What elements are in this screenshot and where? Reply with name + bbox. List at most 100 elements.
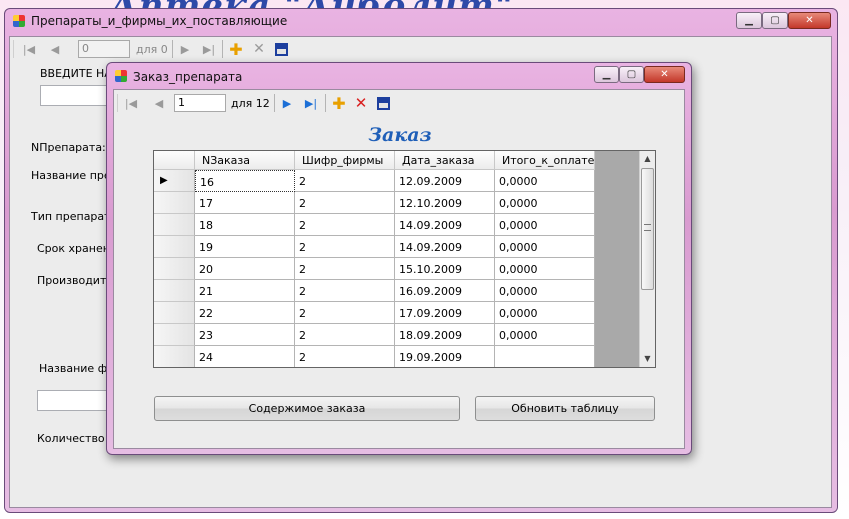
count-label: для 12: [231, 97, 270, 110]
grid-cell[interactable]: 2: [295, 192, 395, 214]
grid-cell[interactable]: 0,0000: [495, 192, 595, 214]
grid-cell[interactable]: 2: [295, 280, 395, 302]
grid-cell[interactable]: 14.09.2009: [395, 236, 495, 258]
toolbar-separator: [172, 40, 173, 58]
n-prep-label: NПрепарата:: [31, 141, 106, 154]
move-previous-button[interactable]: ◀: [150, 94, 168, 112]
save-button[interactable]: [272, 40, 290, 58]
close-button[interactable]: ✕: [644, 66, 685, 83]
move-last-icon: ▶|: [304, 96, 318, 110]
delete-icon: ✕: [354, 94, 368, 112]
maximize-button[interactable]: ▢: [619, 66, 644, 83]
vertical-scrollbar[interactable]: ▲ ▼: [639, 151, 655, 367]
column-header[interactable]: Итого_к_оплате_з: [495, 151, 595, 170]
grid-cell[interactable]: 17.09.2009: [395, 302, 495, 324]
grid-cell[interactable]: 0,0000: [495, 324, 595, 346]
delete-icon: ✕: [253, 41, 265, 57]
grid-cell[interactable]: [495, 346, 595, 367]
grid-cell[interactable]: 18.09.2009: [395, 324, 495, 346]
grid-cell[interactable]: 0,0000: [495, 258, 595, 280]
grid-cell[interactable]: 22: [195, 302, 295, 324]
row-header[interactable]: [154, 258, 195, 280]
toolbar-grip: [13, 40, 14, 58]
delete-button[interactable]: ✕: [250, 40, 268, 58]
minimize-button[interactable]: ▁: [594, 66, 619, 83]
row-header[interactable]: [154, 302, 195, 324]
row-header[interactable]: [154, 236, 195, 258]
grid-cell[interactable]: 24: [195, 346, 295, 367]
move-next-icon: ▶: [282, 96, 292, 110]
maximize-button[interactable]: ▢: [762, 12, 788, 29]
grid-cell[interactable]: 12.10.2009: [395, 192, 495, 214]
order-window-titlebar[interactable]: Заказ_препарата ▁ ▢ ✕: [107, 63, 691, 87]
save-icon: [274, 42, 288, 56]
grid-cell[interactable]: 17: [195, 192, 295, 214]
grid-cell[interactable]: 0,0000: [495, 170, 595, 192]
grid-cell[interactable]: 2: [295, 346, 395, 367]
grid-cell[interactable]: 12.09.2009: [395, 170, 495, 192]
position-input[interactable]: 0: [78, 40, 130, 58]
grid-cell[interactable]: 23: [195, 324, 295, 346]
order-contents-button[interactable]: Содержимое заказа: [154, 396, 460, 421]
move-last-button[interactable]: ▶|: [200, 40, 218, 58]
add-icon: ✚: [332, 93, 346, 113]
grid-cell[interactable]: 20: [195, 258, 295, 280]
grid-cell[interactable]: 0,0000: [495, 302, 595, 324]
order-heading: Заказ: [368, 124, 432, 146]
row-header[interactable]: [154, 280, 195, 302]
row-header[interactable]: [154, 324, 195, 346]
scroll-down-arrow[interactable]: ▼: [640, 351, 655, 367]
grid-cell[interactable]: 2: [295, 324, 395, 346]
row-header[interactable]: ▶: [154, 170, 195, 192]
grid-cell[interactable]: 18: [195, 214, 295, 236]
delete-button[interactable]: ✕: [352, 94, 370, 112]
add-icon: ✚: [229, 39, 243, 59]
grid-cell[interactable]: 14.09.2009: [395, 214, 495, 236]
column-header[interactable]: Шифр_фирмы: [295, 151, 395, 170]
enter-label: ВВЕДИТЕ НА: [40, 67, 112, 80]
toolbar-separator: [274, 94, 275, 112]
grid-cell[interactable]: 2: [295, 214, 395, 236]
save-button[interactable]: [374, 94, 392, 112]
grid-cell[interactable]: 0,0000: [495, 236, 595, 258]
column-header[interactable]: NЗаказа: [195, 151, 295, 170]
grid-cell[interactable]: 0,0000: [495, 214, 595, 236]
move-last-button[interactable]: ▶|: [302, 94, 320, 112]
row-header[interactable]: [154, 214, 195, 236]
grid-cell[interactable]: 2: [295, 236, 395, 258]
minimize-button[interactable]: ▁: [736, 12, 762, 29]
firm-name-field[interactable]: [37, 390, 117, 411]
grid-cell[interactable]: 2: [295, 258, 395, 280]
add-button[interactable]: ✚: [330, 93, 348, 113]
grid-cell[interactable]: 19: [195, 236, 295, 258]
move-first-icon: |◀: [124, 96, 138, 110]
grid-cell[interactable]: 16: [195, 170, 295, 192]
close-button[interactable]: ✕: [788, 12, 831, 29]
row-header[interactable]: [154, 346, 195, 367]
main-window-titlebar[interactable]: Препараты_и_фирмы_их_поставляющие ▁ ▢ ✕: [5, 9, 837, 33]
move-next-icon: ▶: [180, 42, 190, 56]
grid-cell[interactable]: 2: [295, 170, 395, 192]
move-previous-button[interactable]: ◀: [46, 40, 64, 58]
move-next-button[interactable]: ▶: [278, 94, 296, 112]
app-icon: [13, 15, 25, 27]
order-window-title: Заказ_препарата: [133, 70, 243, 84]
grid-cell[interactable]: 0,0000: [495, 280, 595, 302]
grid-cell[interactable]: 19.09.2009: [395, 346, 495, 367]
grid-cell[interactable]: 2: [295, 302, 395, 324]
position-input[interactable]: 1: [174, 94, 226, 112]
orders-grid[interactable]: NЗаказа Шифр_фирмы Дата_заказа Итого_к_о…: [153, 150, 656, 368]
save-icon: [376, 96, 390, 110]
row-header[interactable]: [154, 192, 195, 214]
scroll-up-arrow[interactable]: ▲: [640, 151, 655, 167]
count-label: для 0: [136, 43, 168, 56]
grid-cell[interactable]: 16.09.2009: [395, 280, 495, 302]
add-button[interactable]: ✚: [227, 39, 245, 59]
grid-cell[interactable]: 15.10.2009: [395, 258, 495, 280]
move-next-button[interactable]: ▶: [176, 40, 194, 58]
move-first-button[interactable]: |◀: [122, 94, 140, 112]
move-first-button[interactable]: |◀: [20, 40, 38, 58]
grid-cell[interactable]: 21: [195, 280, 295, 302]
column-header[interactable]: Дата_заказа: [395, 151, 495, 170]
refresh-table-button[interactable]: Обновить таблицу: [475, 396, 655, 421]
